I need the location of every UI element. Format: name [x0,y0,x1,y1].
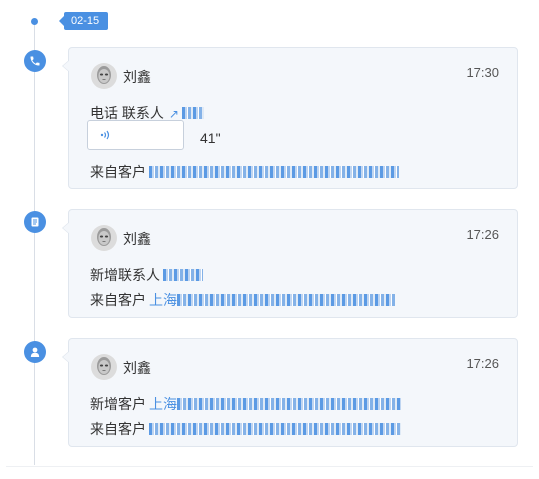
audio-duration: 41" [200,130,221,146]
avatar [91,354,117,380]
phone-icon [24,50,46,72]
avatar [91,63,117,89]
author-name: 刘鑫 [123,231,151,247]
person-icon [24,341,46,363]
masked-contact-link[interactable] [163,269,203,281]
activity-line: 新增客户 上海 [90,394,401,414]
sound-wave-icon [100,130,110,140]
activity-line-label: 新增联系人 [90,267,160,283]
date-dot [31,18,38,25]
masked-customer-link[interactable] [149,166,399,178]
activity-line: 来自客户 [90,419,401,439]
notebook-icon [24,211,46,233]
avatar [91,225,117,251]
activity-line: 来自客户 [90,162,399,182]
activity-line-label: 新增客户 [90,396,146,412]
audio-player[interactable] [87,120,184,150]
activity-card-call[interactable]: 刘鑫 17:30 电话 联系人 ↗ 41" 来自客户 [62,47,518,189]
activity-line: 来自客户 上海 [90,290,395,310]
masked-customer-link[interactable] [177,398,401,410]
author-name: 刘鑫 [123,69,151,85]
author-name: 刘鑫 [123,360,151,376]
activity-card-new-customer[interactable]: 刘鑫 17:26 新增客户 上海 来自客户 [62,338,518,447]
bottom-divider [6,466,533,467]
masked-customer-link[interactable] [149,423,401,435]
date-tag: 02-15 [58,12,109,30]
activity-time: 17:26 [466,356,499,371]
customer-link-prefix[interactable]: 上海 [149,292,177,308]
activity-card-new-contact[interactable]: 刘鑫 17:26 新增联系人 来自客户 上海 [62,209,518,318]
activity-line: 新增联系人 [90,265,203,285]
customer-link-prefix[interactable]: 上海 [149,396,177,412]
link-arrow-icon: ↗ [168,107,179,121]
timeline-line [34,22,35,465]
activity-line-label: 电话 联系人 [90,105,164,121]
masked-contact-link[interactable] [181,107,204,119]
activity-time: 17:30 [466,65,499,80]
masked-customer-link[interactable] [177,294,395,306]
activity-time: 17:26 [466,227,499,242]
activity-line-label: 来自客户 [90,292,146,308]
activity-line-label: 来自客户 [90,421,146,437]
activity-line-label: 来自客户 [90,164,146,180]
